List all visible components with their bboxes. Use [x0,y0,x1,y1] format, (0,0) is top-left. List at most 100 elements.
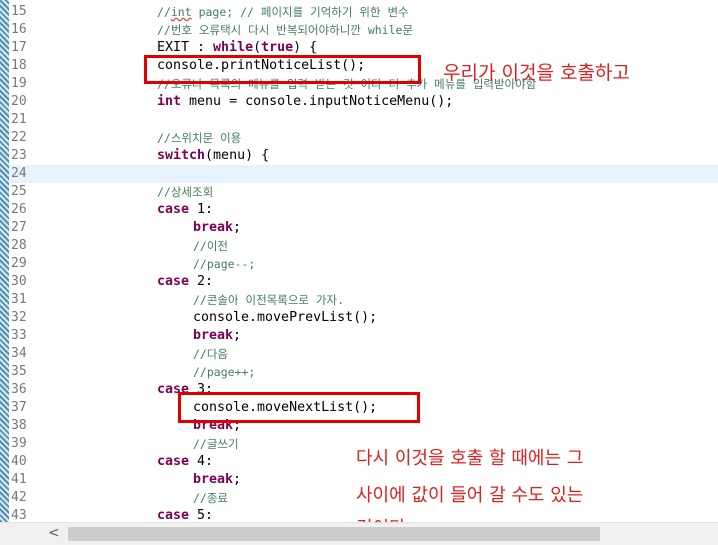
code-line[interactable]: 31 //콘솔아 이전목록으로 가자. [9,291,718,309]
code-token: (menu) { [205,148,270,163]
line-number: 39 [11,436,27,451]
code-token: ( [253,40,262,55]
code-text: case 5: [157,507,213,522]
code-text: //page++; [193,363,255,382]
code-token: //page++; [193,365,256,379]
code-token: EXIT : [157,40,214,55]
code-text: //종료 [193,489,228,508]
code-token: //글쓰기 [193,437,239,451]
code-token: 2: [189,274,214,289]
code-token: 5: [189,508,214,522]
line-number: 20 [11,94,27,109]
line-number: 27 [11,220,27,235]
scroll-left-arrow-icon[interactable]: < [48,525,60,541]
code-token: ; [233,328,242,343]
code-token: case [157,508,190,522]
code-line[interactable]: 34 //다음 [9,345,718,363]
code-token: //이전 [193,239,229,253]
code-text: //글쓰기 [193,435,239,454]
line-number: 22 [11,130,27,145]
annotation-top: 우리가 이것을 호출하고 [443,62,630,84]
code-text: break; [193,219,241,237]
code-token: case [157,454,190,469]
code-text: //이전 [193,237,228,256]
code-line[interactable]: 27 break; [9,219,718,237]
code-token: 4: [189,454,214,469]
code-line[interactable]: 20 int menu = console.inputNoticeMenu(); [9,93,718,111]
code-token: while [213,40,254,55]
code-line[interactable]: 32 console.movePrevList(); [9,309,718,327]
code-token: //스위치문 이용 [157,131,242,145]
code-line[interactable]: 26 case 1: [9,201,718,219]
code-line[interactable]: 30 case 2: [9,273,718,291]
code-text: break; [193,327,241,345]
highlight-box-print-notice-list [144,55,421,84]
code-token: ; [233,220,242,235]
code-token: //콘솔아 이전목록으로 가자. [193,293,344,307]
line-number: 37 [11,400,27,415]
code-token: // [157,5,171,19]
code-token: 1: [189,202,214,217]
code-line[interactable]: 25 //상세조회 [9,183,718,201]
code-line[interactable]: 24 [9,165,718,183]
code-line[interactable]: 15 //int page; // 페이지를 기억하기 위한 변수 [9,3,718,21]
code-token: //번호 오류택시 다시 반복되어야하니깐 while문 [157,23,414,37]
code-token: console.movePrevList(); [193,310,378,325]
line-number: 41 [11,472,27,487]
code-line[interactable]: 23 switch(menu) { [9,147,718,165]
line-number: 25 [11,184,27,199]
line-number: 30 [11,274,27,289]
code-token: break [193,220,234,235]
line-number: 35 [11,364,27,379]
code-line[interactable]: 33 break; [9,327,718,345]
line-number: 16 [11,22,27,37]
scrollbar-thumb[interactable] [68,527,600,541]
code-token: page; // 페이지를 기억하기 위한 변수 [191,5,409,19]
code-token: ; [233,472,242,487]
code-token: case [157,202,190,217]
code-line[interactable]: 35 //page++; [9,363,718,381]
line-number: 15 [11,4,27,19]
code-text: //콘솔아 이전목록으로 가자. [193,291,344,310]
line-number: 28 [11,238,27,253]
code-line[interactable]: 16 //번호 오류택시 다시 반복되어야하니깐 while문 [9,21,718,39]
code-token: true [261,40,294,55]
line-number: 33 [11,328,27,343]
line-number: 34 [11,346,27,361]
code-text: //상세조회 [157,183,213,202]
horizontal-scrollbar[interactable]: < [0,522,718,545]
line-number: 36 [11,382,27,397]
code-line[interactable]: 22 //스위치문 이용 [9,129,718,147]
code-token: ) { [293,40,318,55]
annotation-bottom-line-1: 다시 이것을 호출 할 때에는 그 [356,448,584,469]
code-line[interactable]: 21 [9,111,718,129]
line-number: 31 [11,292,27,307]
code-token: case [157,274,190,289]
line-number: 43 [11,508,27,522]
code-token: //상세조회 [157,185,214,199]
code-text: case 2: [157,273,213,291]
code-text: //번호 오류택시 다시 반복되어야하니깐 while문 [157,21,413,40]
line-number: 38 [11,418,27,433]
line-number: 24 [11,166,27,181]
code-token: //종료 [193,491,229,505]
line-number: 18 [11,58,27,73]
code-text: //int page; // 페이지를 기억하기 위한 변수 [157,3,409,22]
line-number: 42 [11,490,27,505]
code-text: case 4: [157,453,213,471]
line-number: 40 [11,454,27,469]
code-token: //page--; [193,257,256,271]
highlight-box-move-next-list [178,392,420,423]
line-number: 19 [11,76,27,91]
code-text: case 1: [157,201,213,219]
code-token: switch [157,148,206,163]
code-text: console.movePrevList(); [193,309,377,327]
code-line[interactable]: 29 //page--; [9,255,718,273]
code-token: break [193,328,234,343]
code-token: //다음 [193,347,229,361]
code-text: break; [193,471,241,489]
code-token: break [193,472,234,487]
line-number: 29 [11,256,27,271]
code-text: //스위치문 이용 [157,129,241,148]
code-line[interactable]: 28 //이전 [9,237,718,255]
